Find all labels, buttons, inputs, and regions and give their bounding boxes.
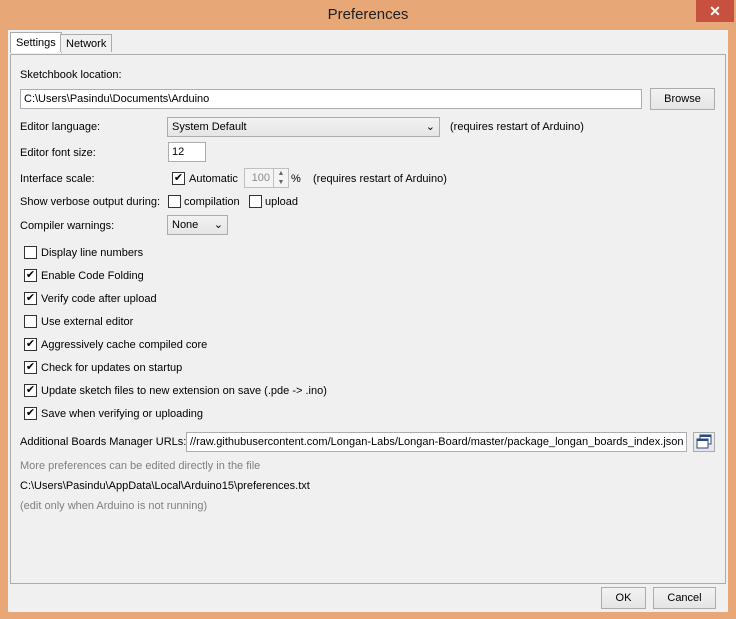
browse-button[interactable]: Browse bbox=[650, 88, 715, 110]
option-label: Display line numbers bbox=[41, 247, 144, 259]
option-cache-core-checkbox[interactable]: ✔ bbox=[24, 338, 37, 351]
editor-language-note: (requires restart of Arduino) bbox=[450, 121, 584, 133]
option-label: Aggressively cache compiled core bbox=[41, 339, 208, 351]
chevron-down-icon: ⌄ bbox=[425, 121, 435, 133]
edit-note: (edit only when Arduino is not running) bbox=[20, 500, 208, 512]
cancel-button[interactable]: Cancel bbox=[653, 587, 716, 609]
interface-scale-label: Interface scale: bbox=[20, 173, 95, 185]
font-size-input[interactable]: 12 bbox=[168, 142, 206, 162]
chevron-down-icon: ⌄ bbox=[213, 219, 223, 231]
option-code-folding-checkbox[interactable]: ✔ bbox=[24, 269, 37, 282]
option-external-editor-checkbox[interactable] bbox=[24, 315, 37, 328]
option-label: Update sketch files to new extension on … bbox=[41, 385, 327, 397]
tab-settings[interactable]: Settings bbox=[10, 32, 62, 53]
scale-value: 100 bbox=[251, 172, 270, 184]
option-label: Use external editor bbox=[41, 316, 134, 328]
close-button[interactable]: ✕ bbox=[696, 0, 734, 22]
upload-label: upload bbox=[265, 196, 299, 208]
sketchbook-label: Sketchbook location: bbox=[20, 69, 122, 81]
option-label: Verify code after upload bbox=[41, 293, 157, 305]
automatic-label: Automatic bbox=[189, 173, 238, 185]
spinner-arrows-icon[interactable]: ▲ ▼ bbox=[273, 169, 288, 187]
option-label: Enable Code Folding bbox=[41, 270, 144, 282]
boards-urls-input[interactable]: //raw.githubusercontent.com/Longan-Labs/… bbox=[186, 432, 687, 452]
verbose-label: Show verbose output during: bbox=[20, 196, 161, 208]
option-label: Save when verifying or uploading bbox=[41, 408, 204, 420]
editor-language-value: System Default bbox=[172, 121, 247, 133]
option-save-when-verifying-checkbox[interactable]: ✔ bbox=[24, 407, 37, 420]
title-bar: Preferences ✕ bbox=[0, 0, 736, 30]
editor-language-label: Editor language: bbox=[20, 121, 101, 133]
percent-label: % bbox=[291, 173, 301, 185]
prefs-file-path: C:\Users\Pasindu\AppData\Local\Arduino15… bbox=[20, 480, 310, 492]
preferences-window: Preferences ✕ Settings Network Sketchboo… bbox=[0, 0, 736, 619]
window-list-icon bbox=[696, 434, 712, 449]
font-size-label: Editor font size: bbox=[20, 147, 96, 159]
compilation-label: compilation bbox=[184, 196, 240, 208]
dialog-footer: OK Cancel bbox=[8, 584, 728, 612]
boards-urls-label: Additional Boards Manager URLs: bbox=[20, 436, 187, 448]
compiler-warnings-label: Compiler warnings: bbox=[20, 220, 115, 232]
sketchbook-location-input[interactable]: C:\Users\Pasindu\Documents\Arduino bbox=[20, 89, 642, 109]
compiler-warnings-select[interactable]: None ⌄ bbox=[167, 215, 228, 235]
scale-note: (requires restart of Arduino) bbox=[313, 173, 447, 185]
option-verify-after-upload-checkbox[interactable]: ✔ bbox=[24, 292, 37, 305]
option-check-updates-checkbox[interactable]: ✔ bbox=[24, 361, 37, 374]
verbose-upload-checkbox[interactable] bbox=[249, 195, 262, 208]
scale-spinner[interactable]: 100 ▲ ▼ bbox=[244, 168, 289, 188]
open-url-list-button[interactable] bbox=[693, 432, 715, 452]
window-title: Preferences bbox=[327, 6, 409, 23]
dialog-client: Settings Network Sketchbook location: C:… bbox=[8, 30, 728, 612]
option-label: Check for updates on startup bbox=[41, 362, 183, 374]
verbose-compilation-checkbox[interactable] bbox=[168, 195, 181, 208]
more-prefs-note: More preferences can be edited directly … bbox=[20, 460, 261, 472]
editor-language-select[interactable]: System Default ⌄ bbox=[167, 117, 440, 137]
automatic-scale-checkbox[interactable]: ✔ bbox=[172, 172, 185, 185]
tab-network[interactable]: Network bbox=[60, 34, 113, 52]
settings-panel: Sketchbook location: C:\Users\Pasindu\Do… bbox=[10, 54, 726, 584]
option-update-extension-checkbox[interactable]: ✔ bbox=[24, 384, 37, 397]
option-display-line-numbers-checkbox[interactable] bbox=[24, 246, 37, 259]
ok-button[interactable]: OK bbox=[601, 587, 646, 609]
compiler-warnings-value: None bbox=[172, 219, 199, 231]
